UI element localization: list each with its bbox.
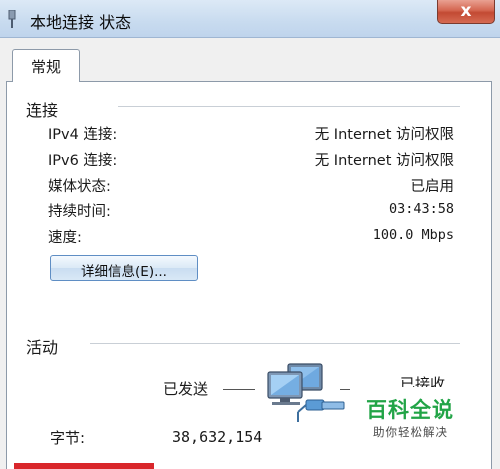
- connection-section-title: 连接: [26, 101, 59, 120]
- close-button[interactable]: x: [437, 0, 495, 24]
- ipv4-value: 无 Internet 访问权限: [314, 127, 454, 143]
- activity-section-title: 活动: [26, 338, 59, 357]
- duration-value: 03:43:58: [388, 201, 454, 217]
- connection-divider: [118, 106, 460, 108]
- window-title: 本地连接 状态: [30, 13, 132, 32]
- media-state-value: 已启用: [410, 179, 455, 195]
- ipv6-value: 无 Internet 访问权限: [314, 153, 454, 169]
- details-button-label: 详细信息(E)...: [81, 264, 167, 280]
- details-button[interactable]: 详细信息(E)...: [50, 255, 198, 281]
- close-icon: x: [460, 1, 472, 21]
- bytes-sent-value: 38,632,154: [172, 428, 263, 446]
- red-accent-bar: [14, 463, 154, 469]
- speed-label: 速度:: [48, 230, 82, 246]
- watermark-logo: 百科全说: [366, 398, 454, 422]
- duration-label: 持续时间:: [48, 204, 111, 220]
- watermark-tagline: 助你轻松解决: [373, 425, 448, 439]
- bytes-label: 字节:: [50, 429, 86, 447]
- sent-label: 已发送: [163, 380, 209, 398]
- ipv4-label: IPv4 连接:: [48, 127, 118, 143]
- speed-value: 100.0 Mbps: [372, 227, 454, 243]
- received-label: 已接收: [400, 375, 446, 387]
- tab-general-label: 常规: [30, 58, 61, 76]
- tab-general[interactable]: 常规: [12, 49, 80, 82]
- title-bar: 本地连接 状态 x: [0, 0, 500, 38]
- network-adapter-icon: [8, 10, 16, 28]
- network-computers-icon: [267, 363, 345, 422]
- sent-dash: [223, 389, 255, 390]
- media-state-label: 媒体状态:: [48, 179, 111, 195]
- ipv6-label: IPv6 连接:: [48, 153, 118, 169]
- activity-divider: [90, 343, 460, 345]
